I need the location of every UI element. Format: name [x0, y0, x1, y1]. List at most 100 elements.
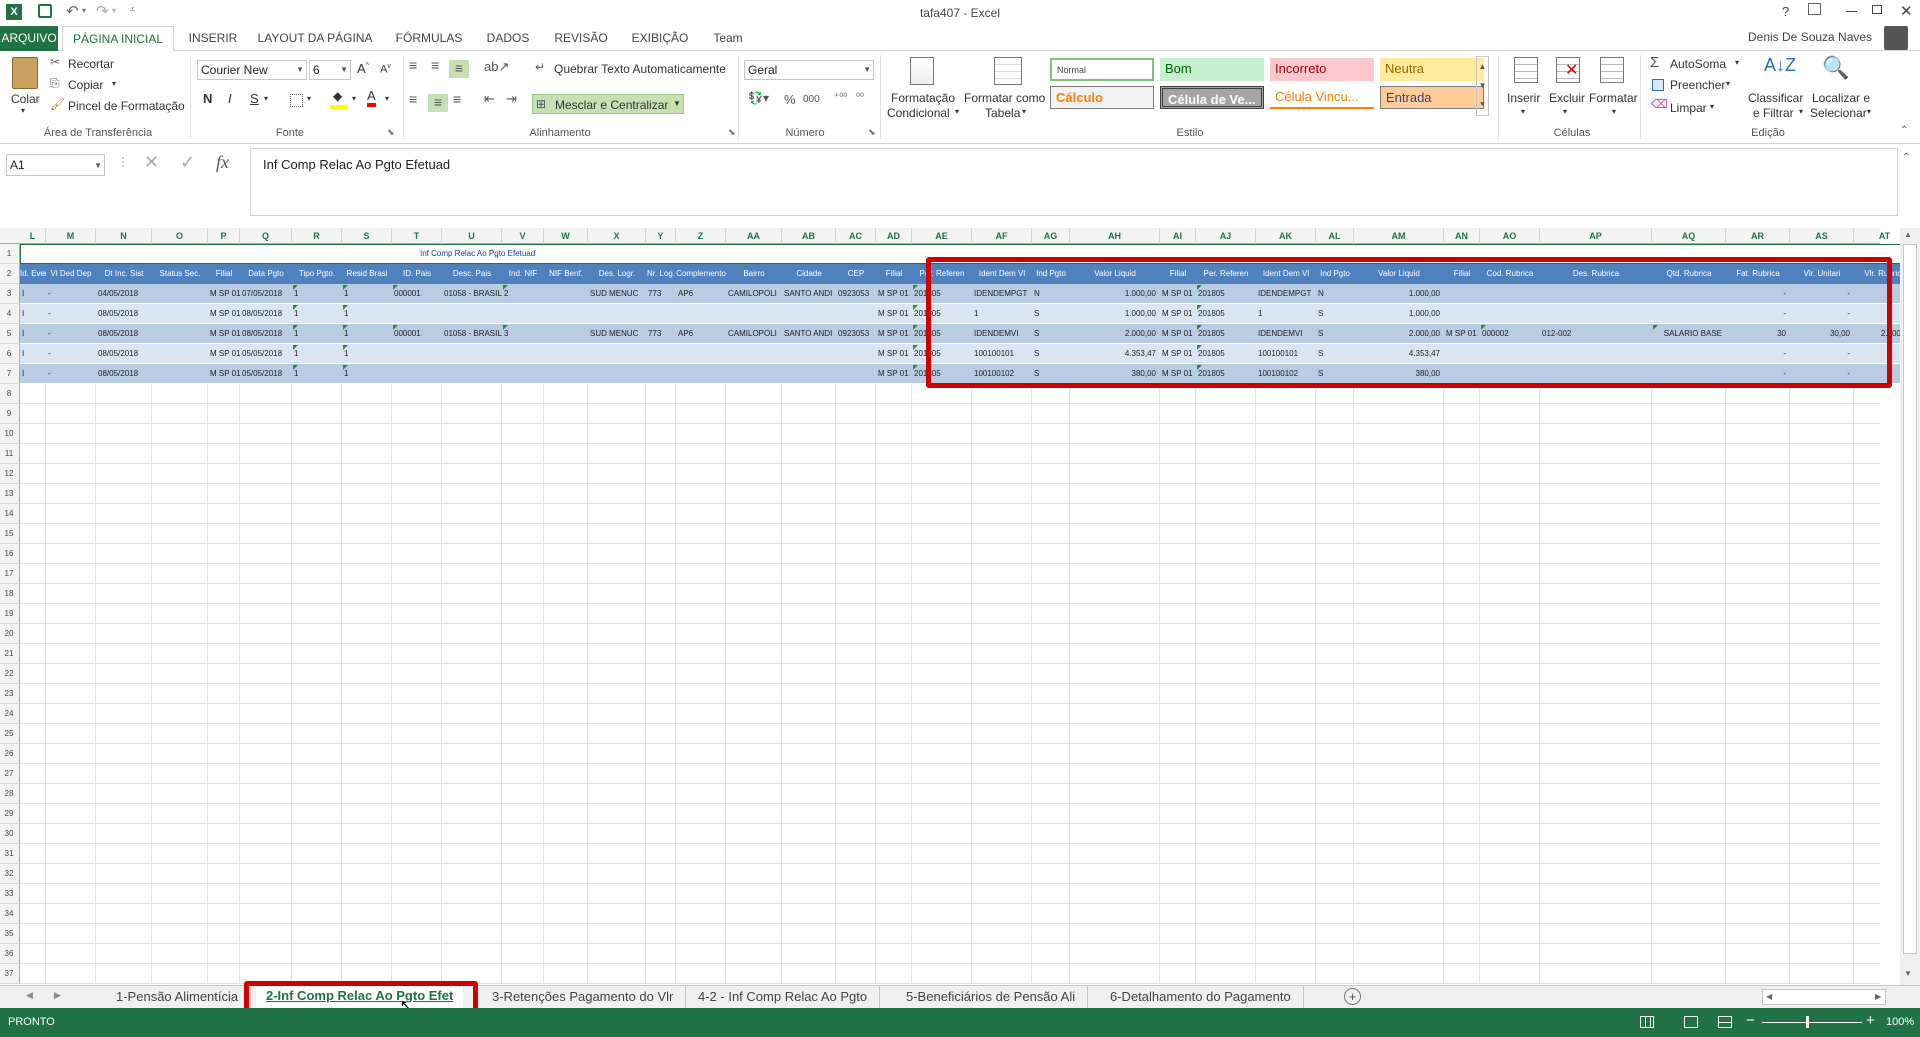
- table-cell[interactable]: 08/05/2018: [98, 304, 138, 324]
- table-cell[interactable]: 000001: [394, 284, 421, 304]
- page-break-icon[interactable]: [1718, 1016, 1732, 1028]
- table-cell[interactable]: 05/05/2018: [242, 344, 282, 364]
- worksheet-grid[interactable]: L M N O P Q R S T U V W X Y Z AA AB AC AD AE AF AG AH AI AJ AK AL A…: [0, 222, 1920, 985]
- column-title[interactable]: Cidade: [782, 264, 836, 284]
- table-cell[interactable]: 773: [648, 324, 661, 344]
- style-incorreto[interactable]: Incorreto: [1270, 58, 1374, 81]
- sheet-tab-6[interactable]: 6-Detalhamento do Pagamento: [1098, 986, 1304, 1008]
- autosum-button[interactable]: AutoSoma: [1670, 57, 1726, 71]
- table-cell[interactable]: M SP 01: [878, 284, 909, 304]
- tab-formulas[interactable]: FÓRMULAS: [390, 26, 468, 51]
- table-cell[interactable]: M SP 01: [210, 304, 241, 324]
- column-header-AL[interactable]: AL: [1316, 228, 1354, 244]
- insert-function-icon[interactable]: fx: [216, 152, 229, 173]
- row-header-32[interactable]: 32: [0, 864, 18, 884]
- align-center-icon[interactable]: ≡: [428, 94, 448, 112]
- paste-icon[interactable]: [12, 57, 38, 89]
- tab-revisao[interactable]: REVISÃO: [548, 26, 614, 51]
- page-layout-icon[interactable]: [1684, 1016, 1698, 1028]
- table-cell[interactable]: 08/05/2018: [242, 324, 282, 344]
- column-title[interactable]: Complemento: [676, 264, 726, 284]
- table-cell[interactable]: I: [22, 344, 24, 364]
- column-title[interactable]: Bairro: [726, 264, 782, 284]
- wrap-text-button[interactable]: Quebrar Texto Automaticamente: [554, 62, 726, 76]
- currency-icon[interactable]: 💱▾: [748, 91, 769, 105]
- table-cell[interactable]: 773: [648, 284, 661, 304]
- align-middle-icon[interactable]: ≡: [431, 57, 439, 73]
- percent-icon[interactable]: %: [784, 92, 796, 107]
- font-name-select[interactable]: Courier New ▼: [197, 60, 307, 80]
- column-title[interactable]: Id. Evento: [20, 264, 46, 284]
- column-title[interactable]: Ind. NIF: [502, 264, 544, 284]
- row-header-3[interactable]: 3: [0, 284, 18, 304]
- conditional-format-label-2[interactable]: Condicional: [887, 106, 950, 120]
- column-header-AI[interactable]: AI: [1160, 228, 1196, 244]
- table-cell[interactable]: -: [48, 364, 51, 384]
- table-cell[interactable]: 04/05/2018: [98, 284, 138, 304]
- sheet-tab-3[interactable]: 3-Retenções Pagamento do Vlr: [480, 986, 687, 1008]
- column-title[interactable]: ID. Pais: [392, 264, 442, 284]
- delete-cells-button[interactable]: Excluir: [1549, 91, 1585, 105]
- zoom-slider-thumb[interactable]: [1806, 1016, 1809, 1028]
- column-header-AQ[interactable]: AQ: [1652, 228, 1726, 244]
- column-header-AF[interactable]: AF: [972, 228, 1032, 244]
- column-header-U[interactable]: U: [442, 228, 502, 244]
- zoom-in-icon[interactable]: +: [1866, 1012, 1875, 1029]
- column-header-P[interactable]: P: [208, 228, 240, 244]
- column-header-X[interactable]: X: [588, 228, 646, 244]
- column-header-T[interactable]: T: [392, 228, 442, 244]
- row-header-28[interactable]: 28: [0, 784, 18, 804]
- column-title[interactable]: Desc. Pais: [442, 264, 502, 284]
- column-title[interactable]: Filial: [208, 264, 240, 284]
- row-header-37[interactable]: 37: [0, 964, 18, 984]
- tab-team[interactable]: Team: [706, 26, 750, 51]
- column-title[interactable]: Status Sec.: [152, 264, 208, 284]
- table-cell[interactable]: -: [48, 284, 51, 304]
- table-cell[interactable]: M SP 01: [878, 324, 909, 344]
- increase-decimal-icon[interactable]: ⁺⁰⁰: [834, 92, 847, 103]
- column-header-W[interactable]: W: [544, 228, 588, 244]
- table-cell[interactable]: SUD MENUC: [590, 324, 638, 344]
- row-header-4[interactable]: 4: [0, 304, 18, 324]
- row-header-13[interactable]: 13: [0, 484, 18, 504]
- row-header-11[interactable]: 11: [0, 444, 18, 464]
- row-header-25[interactable]: 25: [0, 724, 18, 744]
- column-header-AR[interactable]: AR: [1726, 228, 1790, 244]
- column-header-AH[interactable]: AH: [1070, 228, 1160, 244]
- sort-filter-label-2[interactable]: e Filtrar: [1753, 106, 1794, 120]
- style-calculo[interactable]: Cálculo: [1050, 86, 1154, 109]
- table-cell[interactable]: 0923053: [838, 284, 869, 304]
- italic-button[interactable]: I: [228, 91, 232, 106]
- styles-scroll[interactable]: ▲ ▼ ⯆: [1476, 56, 1489, 116]
- column-header-AN[interactable]: AN: [1444, 228, 1480, 244]
- column-header-S[interactable]: S: [342, 228, 392, 244]
- row-header-33[interactable]: 33: [0, 884, 18, 904]
- column-title[interactable]: Des. Logr.: [588, 264, 646, 284]
- column-header-M[interactable]: M: [46, 228, 96, 244]
- row-header-35[interactable]: 35: [0, 924, 18, 944]
- column-header-Z[interactable]: Z: [676, 228, 726, 244]
- column-header-R[interactable]: R: [292, 228, 342, 244]
- row-header-5[interactable]: 5: [0, 324, 18, 344]
- tab-inserir[interactable]: INSERIR: [182, 26, 244, 51]
- column-title[interactable]: Filial: [876, 264, 912, 284]
- fill-color-icon[interactable]: [330, 105, 348, 109]
- zoom-slider[interactable]: [1762, 1022, 1862, 1023]
- decrease-decimal-icon[interactable]: ⁰⁰: [856, 92, 864, 103]
- scroll-thumb[interactable]: [1903, 244, 1917, 954]
- scroll-left-icon[interactable]: ◀: [1766, 992, 1772, 1001]
- column-header-V[interactable]: V: [502, 228, 544, 244]
- underline-button[interactable]: S: [250, 91, 259, 106]
- column-title[interactable]: Resid Brasi: [342, 264, 392, 284]
- sheet-tab-5[interactable]: 5-Beneficiários de Pensão Ali: [894, 986, 1089, 1008]
- copy-button[interactable]: Copiar: [68, 78, 103, 92]
- decrease-indent-icon[interactable]: ⇤: [484, 91, 495, 107]
- help-icon[interactable]: ?: [1782, 4, 1789, 19]
- column-header-AM[interactable]: AM: [1354, 228, 1444, 244]
- style-neutra[interactable]: Neutra: [1380, 58, 1484, 81]
- restore-icon[interactable]: [1872, 5, 1882, 14]
- align-right-icon[interactable]: ≡: [453, 91, 461, 107]
- table-cell[interactable]: SANTO ANDI: [784, 284, 832, 304]
- increase-indent-icon[interactable]: ⇥: [506, 91, 517, 107]
- bold-button[interactable]: N: [203, 91, 212, 106]
